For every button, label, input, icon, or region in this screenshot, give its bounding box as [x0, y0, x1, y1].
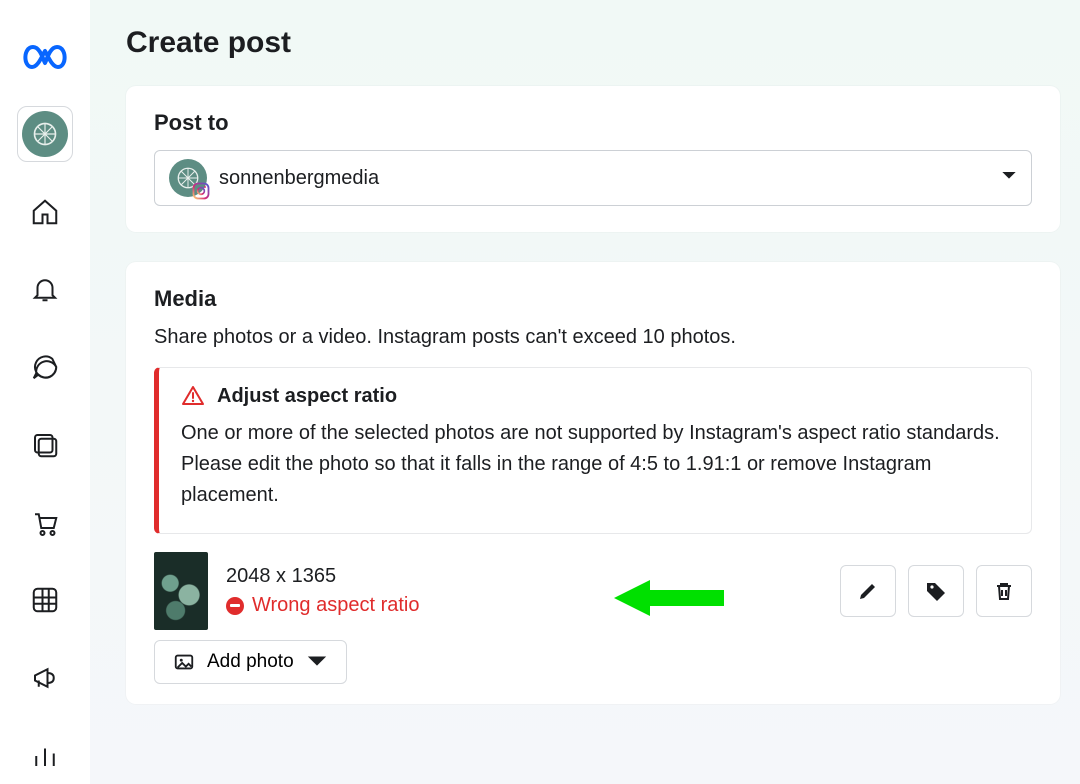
nav-analytics[interactable] — [17, 728, 73, 784]
media-actions — [840, 565, 1032, 617]
delete-media-button[interactable] — [976, 565, 1032, 617]
add-photo-label: Add photo — [207, 651, 294, 673]
media-card: Media Share photos or a video. Instagram… — [126, 262, 1060, 704]
nav-messages[interactable] — [17, 339, 73, 395]
bell-icon — [30, 274, 60, 304]
warning-title: Adjust aspect ratio — [217, 385, 397, 408]
page-title: Create post — [126, 26, 1060, 60]
chat-icon — [30, 352, 60, 382]
aspect-ratio-warning: Adjust aspect ratio One or more of the s… — [154, 367, 1032, 534]
add-photo-button[interactable]: Add photo — [154, 640, 347, 684]
media-item-row: 2048 x 1365 Wrong aspect ratio — [154, 548, 1032, 640]
meta-logo-icon — [21, 41, 69, 71]
media-error: Wrong aspect ratio — [226, 594, 420, 617]
chevron-down-icon — [306, 651, 328, 673]
cart-icon — [30, 508, 60, 538]
home-icon — [30, 197, 60, 227]
pencil-icon — [856, 579, 880, 603]
account-selector[interactable]: sonnenbergmedia — [154, 150, 1032, 206]
meta-logo[interactable] — [17, 28, 73, 84]
left-nav — [0, 0, 90, 784]
warning-triangle-icon — [181, 384, 205, 408]
stop-icon — [226, 597, 244, 615]
media-title: Media — [154, 286, 1032, 312]
tag-icon — [924, 579, 948, 603]
account-avatar-icon — [169, 159, 207, 197]
instagram-badge-icon — [192, 182, 210, 200]
media-info: 2048 x 1365 Wrong aspect ratio — [226, 565, 420, 617]
main-content: Create post Post to sonnenbergm — [90, 0, 1080, 784]
profile-avatar-icon — [22, 111, 68, 157]
warning-body: One or more of the selected photos are n… — [181, 418, 1009, 511]
image-icon — [173, 651, 195, 673]
megaphone-icon — [30, 663, 60, 693]
nav-ads[interactable] — [17, 650, 73, 706]
bar-chart-icon — [30, 741, 60, 771]
nav-home[interactable] — [17, 184, 73, 240]
nav-planner[interactable] — [17, 417, 73, 473]
media-error-label: Wrong aspect ratio — [252, 594, 420, 617]
nav-commerce[interactable] — [17, 495, 73, 551]
chevron-down-icon — [1001, 169, 1017, 187]
media-dimensions: 2048 x 1365 — [226, 565, 420, 588]
edit-media-button[interactable] — [840, 565, 896, 617]
nav-notifications[interactable] — [17, 261, 73, 317]
media-thumbnail[interactable] — [154, 552, 208, 630]
grid-icon — [30, 585, 60, 615]
nav-insights[interactable] — [17, 573, 73, 629]
post-to-title: Post to — [154, 110, 1032, 136]
media-description: Share photos or a video. Instagram posts… — [154, 326, 1032, 349]
account-name: sonnenbergmedia — [219, 167, 989, 190]
post-to-card: Post to sonnenbergmedia — [126, 86, 1060, 232]
trash-icon — [992, 579, 1016, 603]
nav-profile[interactable] — [17, 106, 73, 162]
planner-icon — [30, 430, 60, 460]
annotation-arrow — [614, 576, 724, 620]
tag-media-button[interactable] — [908, 565, 964, 617]
